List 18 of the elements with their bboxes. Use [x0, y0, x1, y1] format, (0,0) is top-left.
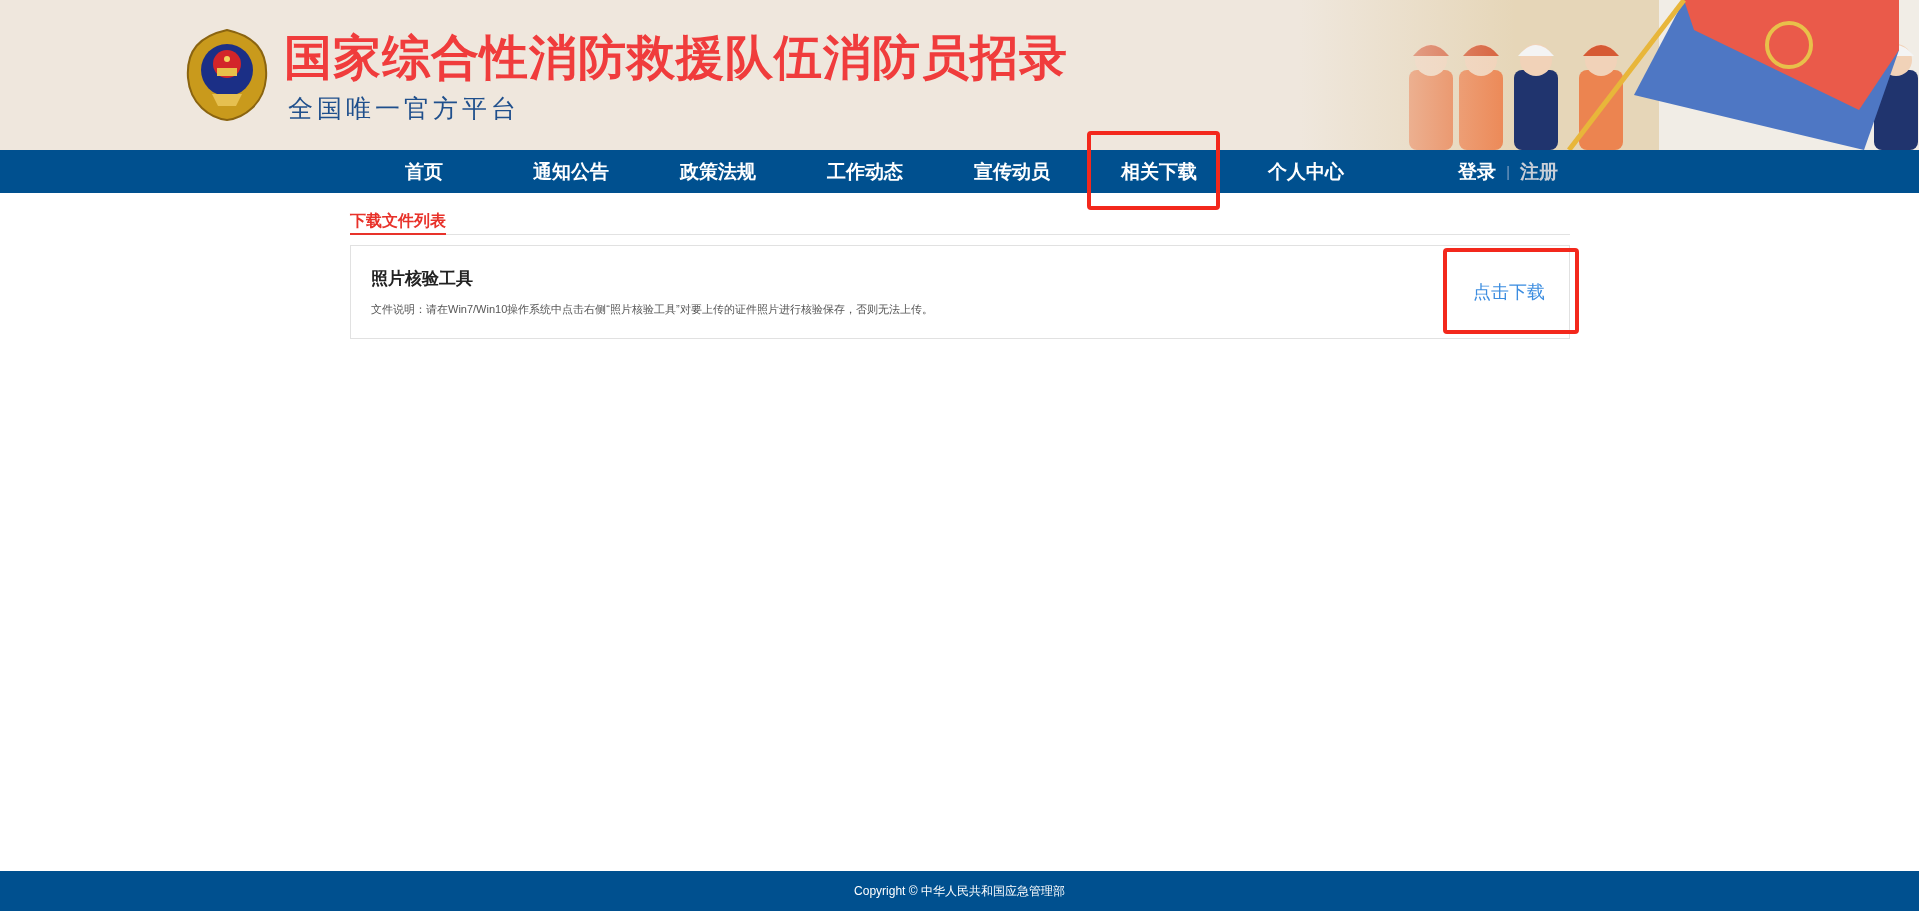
nav-link[interactable]: 工作动态: [826, 158, 903, 185]
site-title: 国家综合性消防救援队伍消防员招录: [284, 29, 1068, 86]
nav-link[interactable]: 相关下载: [1120, 158, 1197, 185]
copyright-text: Copyright © 中华人民共和国应急管理部: [854, 882, 1065, 900]
nav-link[interactable]: 宣传动员: [973, 158, 1050, 185]
section-title: 下载文件列表: [350, 211, 446, 235]
nav-link[interactable]: 政策法规: [679, 158, 756, 185]
nav-link[interactable]: 通知公告: [532, 158, 609, 185]
separator: |: [1506, 163, 1510, 180]
login-link[interactable]: 登录: [1458, 158, 1497, 185]
file-description: 文件说明：请在Win7/Win10操作系统中点击右侧“照片核验工具”对要上传的证件照片进行核验保存，否则无法上传。: [371, 302, 934, 317]
register-link[interactable]: 注册: [1520, 158, 1558, 185]
file-name: 照片核验工具: [371, 268, 474, 290]
nav-link[interactable]: 首页: [404, 158, 443, 185]
download-link[interactable]: 点击下载: [1473, 280, 1545, 304]
site-subtitle: 全国唯一官方平台: [288, 92, 521, 124]
nav-link[interactable]: 个人中心: [1267, 158, 1344, 185]
emblem-icon: [184, 28, 270, 122]
